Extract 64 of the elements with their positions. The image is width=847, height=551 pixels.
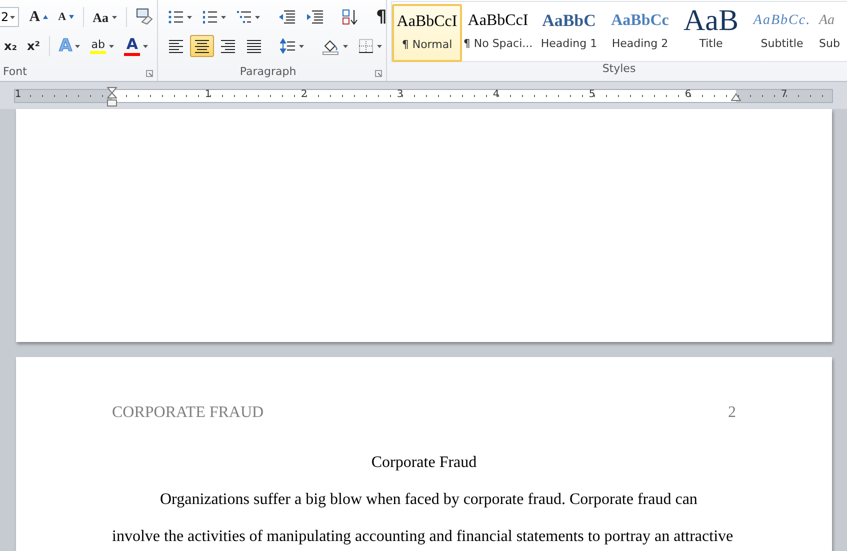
group-label: Paragraph	[238, 65, 298, 80]
show-marks-button[interactable]: ¶	[372, 6, 391, 28]
subscript-button[interactable]: x₂	[0, 35, 21, 57]
increase-indent-icon	[306, 10, 324, 24]
font-size-field[interactable]: 2	[0, 7, 20, 27]
dialog-launcher-icon[interactable]	[146, 70, 153, 77]
group-label: Font	[2, 65, 28, 80]
style-option[interactable]: AaBbCcI ¶ No Spaci...	[463, 4, 533, 62]
caret-icon	[109, 44, 114, 48]
caret-icon	[343, 44, 348, 48]
style-option[interactable]: AaB Title	[676, 4, 746, 62]
caret-icon	[377, 44, 382, 48]
superscript-button[interactable]: x²	[23, 35, 44, 57]
ruler-number: 4	[492, 88, 500, 100]
arrow-icon	[69, 15, 74, 19]
page-number: 2	[728, 404, 736, 422]
caret-icon	[221, 16, 226, 18]
eraser-icon	[135, 8, 154, 26]
running-head: CORPORATE FRAUD	[112, 404, 264, 422]
group-label: Styles	[601, 62, 637, 77]
arrow-icon	[43, 15, 48, 19]
caret-icon	[143, 44, 148, 48]
align-right-icon	[220, 40, 236, 52]
dialog-launcher-icon[interactable]	[375, 70, 382, 77]
ruler-number: 1	[204, 88, 212, 100]
caret-icon	[112, 16, 116, 18]
body-text-line: involve the activities of manipulating accounting and financial statements to portray an attractive	[112, 527, 734, 547]
multilevel-list-icon	[236, 10, 252, 24]
body-text-line: Organizations suffer a big blow when faced by corporate fraud. Corporate fraud can	[159, 490, 698, 510]
numbered-list-icon	[202, 10, 218, 24]
style-option[interactable]: AaBbC Heading 1	[534, 4, 604, 62]
document-title: Corporate Fraud	[371, 454, 477, 471]
ruler-number: 1	[14, 88, 22, 100]
grow-font-button[interactable]: A	[25, 6, 52, 28]
ruler-number: 5	[588, 88, 596, 100]
ruler-number: 6	[684, 88, 692, 100]
line-spacing-icon	[280, 38, 296, 54]
borders-icon	[358, 38, 374, 54]
align-center-icon	[194, 40, 210, 52]
style-option[interactable]: AaBbCc Heading 2	[605, 4, 675, 62]
ruler-number: 3	[396, 88, 404, 100]
bullet-list-icon	[168, 10, 184, 24]
font-color-button[interactable]: A	[120, 35, 152, 57]
indent-marker-icon[interactable]	[107, 86, 117, 106]
change-case-button[interactable]: Aa	[88, 6, 120, 28]
sort-icon	[342, 9, 358, 25]
caret-icon	[187, 16, 192, 18]
caret-icon	[75, 44, 80, 48]
dropdown-caret-icon	[10, 16, 16, 18]
caret-icon	[299, 44, 304, 48]
align-center-button[interactable]	[190, 35, 214, 57]
style-option[interactable]: Aa Sub	[818, 4, 841, 62]
paint-bucket-icon	[322, 38, 340, 54]
style-option[interactable]: AaBbCc. Subtitle	[747, 4, 817, 62]
justify-icon	[246, 40, 262, 52]
style-option[interactable]: AaBbCcI ¶ Normal	[392, 4, 462, 62]
ruler-number: 2	[300, 88, 308, 100]
align-left-icon	[168, 40, 184, 52]
ruler-number: 7	[780, 88, 788, 100]
caret-icon	[255, 16, 260, 18]
shrink-font-button[interactable]: A	[54, 6, 78, 28]
decrease-indent-icon	[278, 10, 296, 24]
highlight-button[interactable]: ab	[86, 35, 118, 57]
right-indent-marker-icon[interactable]	[731, 92, 741, 100]
